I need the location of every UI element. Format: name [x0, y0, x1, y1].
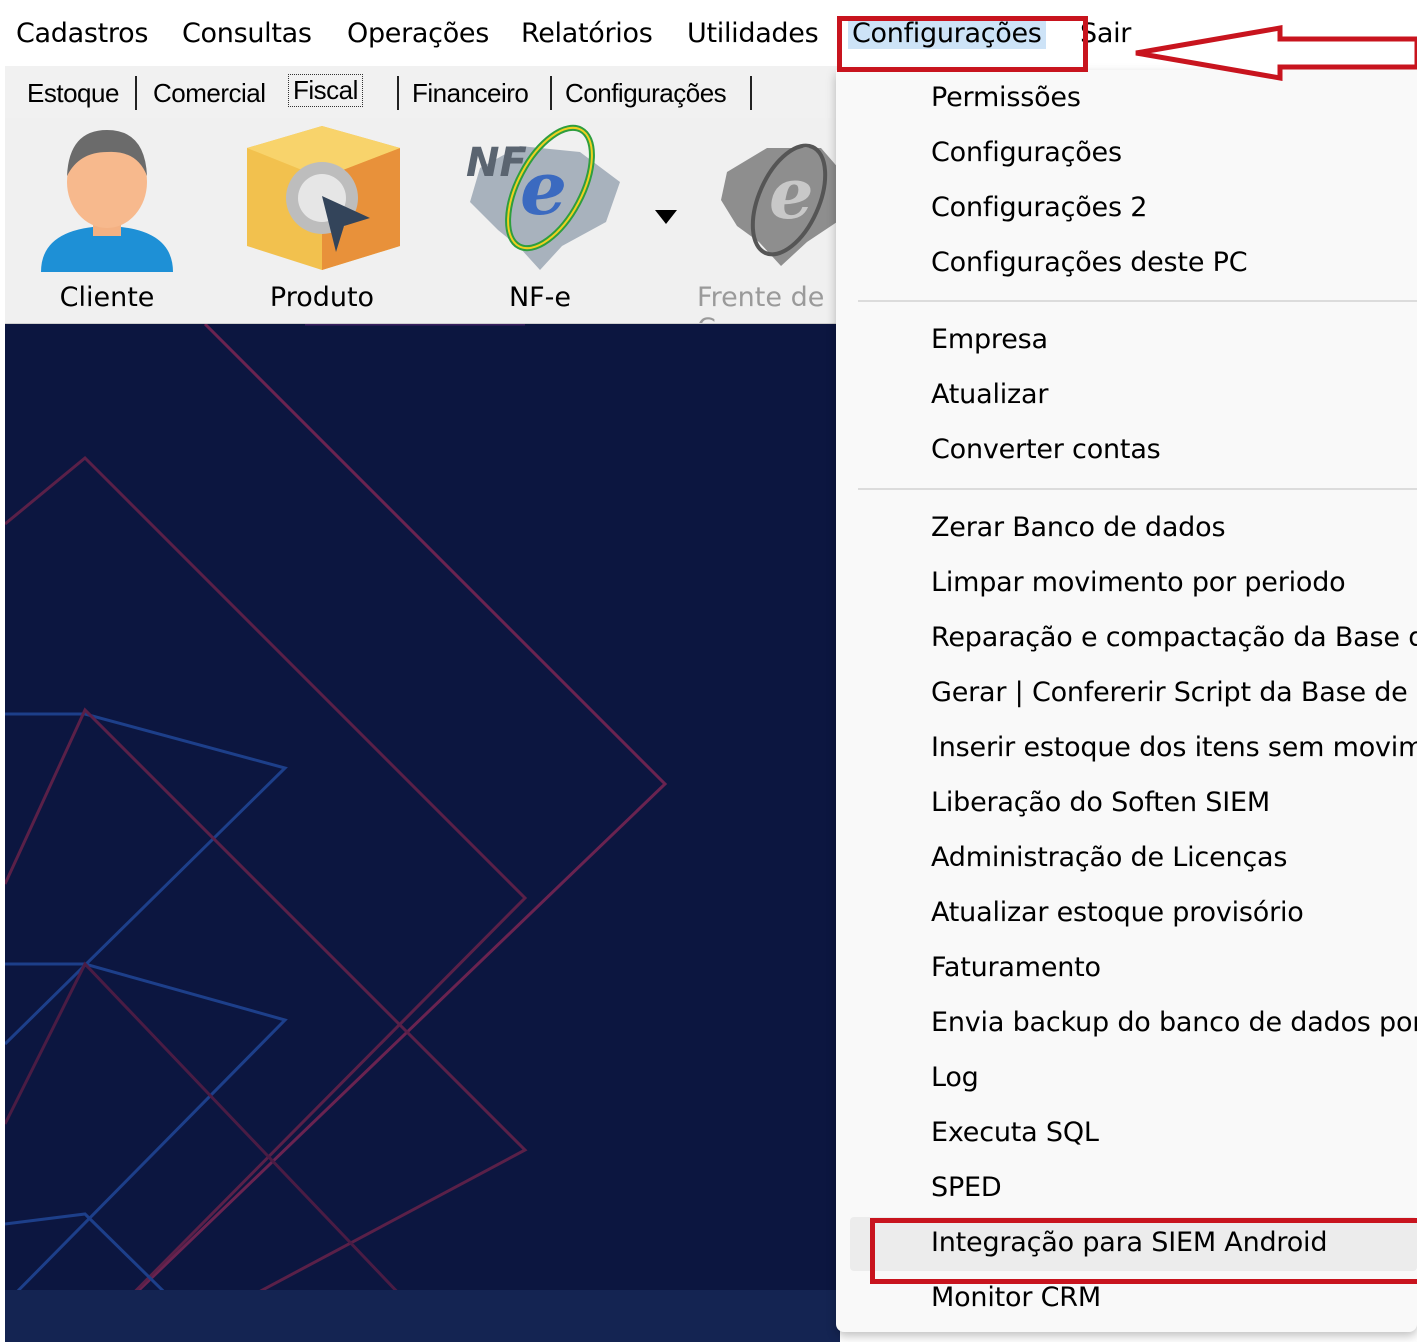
- tab-financeiro[interactable]: Financeiro: [412, 78, 529, 109]
- menu-item-zerar-banco[interactable]: Zerar Banco de dados: [931, 512, 1226, 543]
- menu-separator: [858, 300, 1417, 302]
- menu-item-monitor-crm[interactable]: Monitor CRM: [931, 1282, 1101, 1313]
- menu-operacoes[interactable]: Operações: [347, 18, 489, 49]
- menu-item-sped[interactable]: SPED: [931, 1172, 1002, 1203]
- tab-configuracoes[interactable]: Configurações: [565, 78, 727, 109]
- menu-item-envia-backup[interactable]: Envia backup do banco de dados por: [931, 1007, 1417, 1038]
- produto-button[interactable]: Produto: [232, 118, 412, 323]
- frente-caixa-button[interactable]: e Frente de C: [697, 118, 840, 323]
- product-box-icon: [247, 126, 400, 270]
- menu-item-executa-sql[interactable]: Executa SQL: [931, 1117, 1099, 1148]
- menu-item-inserir-estoque[interactable]: Inserir estoque dos itens sem movim: [931, 732, 1417, 763]
- svg-text:e: e: [520, 146, 567, 232]
- menu-item-limpar-movimento[interactable]: Limpar movimento por periodo: [931, 567, 1346, 598]
- tab-comercial[interactable]: Comercial: [153, 78, 266, 109]
- background-pattern: [5, 324, 668, 1342]
- menu-item-permissoes[interactable]: Permissões: [931, 82, 1081, 113]
- menu-cadastros[interactable]: Cadastros: [16, 18, 148, 49]
- annotation-arrow-icon: [1135, 25, 1417, 81]
- tab-fiscal[interactable]: Fiscal: [288, 74, 363, 107]
- annotation-box-configuracoes: [837, 16, 1088, 72]
- menu-item-faturamento[interactable]: Faturamento: [931, 952, 1101, 983]
- menu-item-licencas[interactable]: Administração de Licenças: [931, 842, 1287, 873]
- tab-separator: [135, 76, 137, 110]
- menu-item-log[interactable]: Log: [931, 1062, 979, 1093]
- menu-item-configuracoes-2[interactable]: Configurações 2: [931, 192, 1147, 223]
- menu-item-atualizar[interactable]: Atualizar: [931, 379, 1048, 410]
- configuracoes-dropdown: Permissões Configurações Configurações 2…: [836, 70, 1417, 1332]
- menu-separator: [858, 488, 1417, 490]
- tab-separator: [750, 76, 752, 110]
- menu-utilidades[interactable]: Utilidades: [687, 18, 819, 49]
- menu-item-estoque-provisorio[interactable]: Atualizar estoque provisório: [931, 897, 1304, 928]
- menu-item-reparacao[interactable]: Reparação e compactação da Base d: [931, 622, 1417, 653]
- nfce-icon: e: [721, 143, 840, 266]
- chevron-down-icon[interactable]: [655, 210, 677, 224]
- produto-label: Produto: [269, 282, 375, 313]
- cliente-label: Cliente: [59, 282, 155, 313]
- menu-relatorios[interactable]: Relatórios: [521, 18, 653, 49]
- ribbon-tabs: Estoque Comercial Fiscal Financeiro Conf…: [5, 66, 840, 118]
- menu-item-converter-contas[interactable]: Converter contas: [931, 434, 1161, 465]
- cliente-button[interactable]: Cliente: [17, 118, 197, 323]
- tab-separator: [397, 76, 399, 110]
- nfe-button[interactable]: NF e NF-e: [450, 118, 630, 323]
- annotation-box-integracao: [870, 1218, 1417, 1284]
- menu-item-gerar-script[interactable]: Gerar | Confererir Script da Base de D: [931, 677, 1417, 708]
- person-icon: [41, 130, 173, 272]
- menu-consultas[interactable]: Consultas: [182, 18, 312, 49]
- tab-separator: [550, 76, 552, 110]
- menu-item-configuracoes-pc[interactable]: Configurações deste PC: [931, 247, 1248, 278]
- status-bar: [5, 1290, 840, 1342]
- nfe-icon: NF e: [466, 124, 620, 270]
- menu-item-empresa[interactable]: Empresa: [931, 324, 1048, 355]
- toolbar: Cliente Produto NF e NF-e e Frente de: [5, 118, 840, 324]
- menu-item-liberacao[interactable]: Liberação do Soften SIEM: [931, 787, 1270, 818]
- menu-item-configuracoes[interactable]: Configurações: [931, 137, 1122, 168]
- nfe-label: NF-e: [508, 282, 572, 313]
- frente-caixa-label: Frente de C: [697, 282, 825, 323]
- desktop-background: [5, 324, 840, 1342]
- tab-estoque[interactable]: Estoque: [27, 78, 119, 109]
